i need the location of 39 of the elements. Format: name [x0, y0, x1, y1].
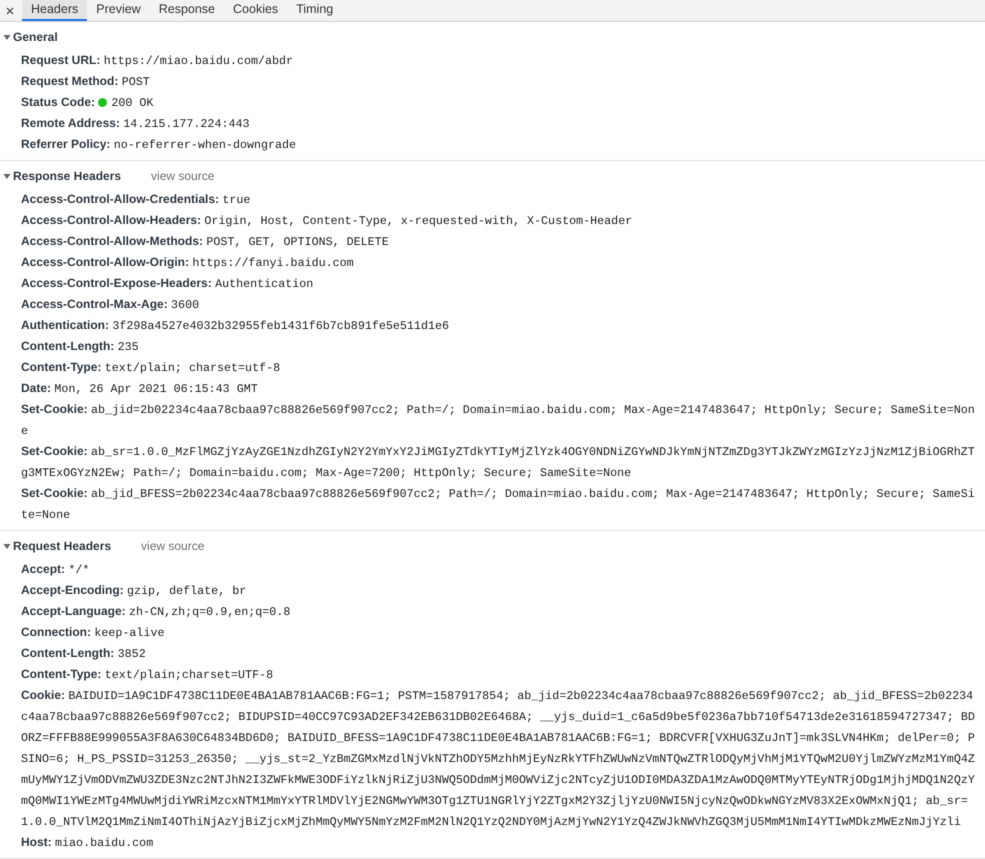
close-icon[interactable]: [6, 6, 14, 14]
header-line: Access-Control-Allow-Origin: https://fanyi.baidu.com: [20, 254, 355, 272]
header-line: Access-Control-Allow-Headers: Origin, Host, Content-Type, x-requested-with, X-Custom-Header: [20, 212, 634, 230]
header-value: 200 OK: [111, 96, 154, 110]
view-source-link[interactable]: view source: [151, 168, 214, 182]
header-line: Request URL: https://miao.baidu.com/abdr: [20, 52, 294, 70]
tab[interactable]: Preview: [87, 0, 150, 21]
header-name: Status Code:: [21, 95, 96, 109]
header-line: Referrer Policy: no-referrer-when-downgrade: [20, 136, 298, 154]
tab[interactable]: Headers: [22, 0, 88, 21]
header-line: Content-Length: 235: [20, 338, 140, 356]
tab[interactable]: Cookies: [224, 0, 288, 21]
header-line: Authentication: 3f298a4527e4032b32955feb1431f6b7cb891fe5e511d1e6: [20, 317, 450, 335]
header-line: Content-Type: text/plain;charset=UTF-8: [20, 666, 274, 684]
section-title[interactable]: Response Headers: [13, 168, 122, 182]
header-line: Accept: */*: [20, 561, 90, 579]
view-source-link[interactable]: view source: [141, 538, 204, 552]
section-title[interactable]: Request Headers: [13, 538, 112, 552]
header-line: Connection: keep-alive: [20, 624, 166, 642]
header-line: Accept-Language: zh-CN,zh;q=0.9,en;q=0.8: [20, 603, 292, 621]
header-line: Access-Control-Allow-Credentials: true: [20, 191, 252, 209]
header-line: Access-Control-Allow-Methods: POST, GET, OPTIONS, DELETE: [20, 233, 390, 251]
header-line: Date: Mon, 26 Apr 2021 06:15:43 GMT: [20, 380, 259, 398]
header-line: Accept-Encoding: gzip, deflate, br: [20, 582, 248, 600]
header-line: Access-Control-Expose-Headers: Authentication: [20, 275, 314, 293]
header-line: Request Method: POST: [20, 73, 151, 91]
header-line: Content-Type: text/plain; charset=utf-8: [20, 359, 282, 377]
header-line: Set-Cookie: ab_jid_BFESS=2b02234c4aa78cbaa97c88826e569f907cc2; Path=/; Domain=miao.baidu.com; Max-Age=2147483647; HttpOnly; Secure; SameSite=None: [20, 485, 976, 524]
section-title[interactable]: General: [13, 30, 58, 44]
header-line: Access-Control-Max-Age: 3600: [20, 296, 200, 314]
collapse-triangle-icon[interactable]: [3, 172, 11, 180]
collapse-triangle-icon[interactable]: [3, 542, 11, 550]
status-dot-icon: [98, 98, 108, 107]
header-line: Remote Address: 14.215.177.224:443: [20, 115, 251, 133]
collapse-triangle-icon[interactable]: [3, 32, 11, 40]
header-line: Host: miao.baidu.com: [20, 834, 154, 852]
tab[interactable]: Response: [150, 0, 224, 21]
header-line: Content-Length: 3852: [20, 645, 147, 663]
tab[interactable]: Timing: [287, 0, 342, 21]
